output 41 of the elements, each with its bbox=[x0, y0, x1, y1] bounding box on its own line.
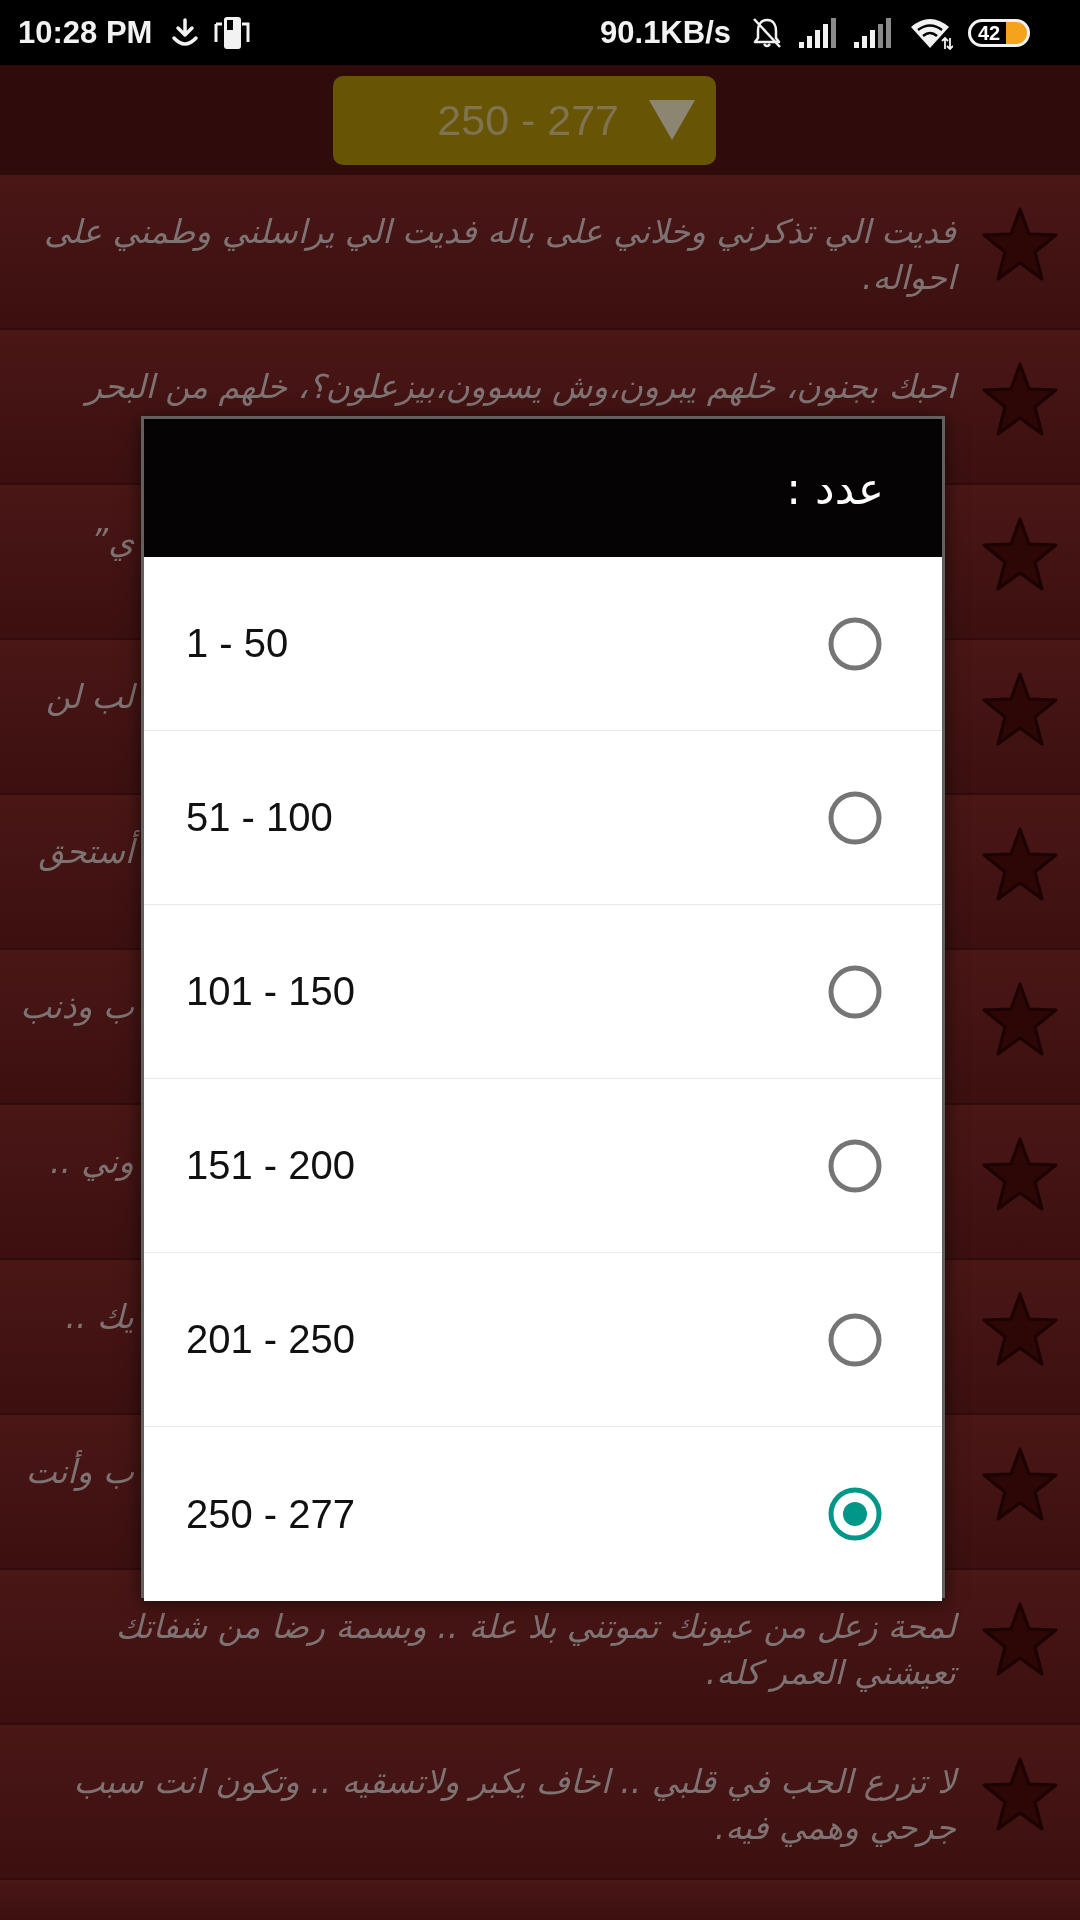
star-icon bbox=[982, 207, 1058, 281]
message-text: لمحة زعل من عيونك تموتني بلا علة .. وبسمة رضا من شفاتك تعيشني العمر كله. bbox=[18, 1604, 960, 1696]
radio-button[interactable] bbox=[828, 964, 882, 1019]
option-item[interactable]: 1 - 50 bbox=[144, 557, 942, 731]
message-text: لب لن bbox=[35, 674, 136, 793]
network-speed-text: 90.1KB/s bbox=[600, 14, 731, 51]
message-text: ب وذنب bbox=[19, 986, 135, 1028]
radio-button[interactable] bbox=[828, 790, 882, 845]
battery-indicator: 42 bbox=[968, 18, 1030, 47]
message-text: لا تزرع الحب في قلبي .. اخاف يكبر ولاتسقيه .. وتكون انت سبب جرحي وهمي فيه. bbox=[18, 1759, 960, 1851]
star-icon bbox=[982, 982, 1058, 1056]
option-item[interactable]: 101 - 150 bbox=[144, 905, 942, 1079]
signal-icon bbox=[799, 17, 839, 48]
message-text: ب وأنت bbox=[24, 1449, 135, 1493]
option-item[interactable]: 51 - 100 bbox=[144, 731, 942, 905]
radio-button[interactable] bbox=[828, 1487, 882, 1541]
message-text: يك .. bbox=[64, 1296, 135, 1338]
star-icon bbox=[982, 1757, 1058, 1831]
caret-down-icon bbox=[649, 100, 695, 140]
star-icon bbox=[982, 827, 1058, 901]
radio-button[interactable] bbox=[828, 1312, 882, 1367]
star-icon bbox=[982, 1137, 1058, 1211]
star-icon bbox=[982, 362, 1058, 436]
message-text: فديت الي تذكرني وخلاني على باله فديت الي يراسلني وطمني على احواله. bbox=[42, 211, 958, 299]
message-text: وني .. bbox=[48, 1141, 135, 1183]
download-icon bbox=[171, 17, 200, 48]
option-item[interactable]: 250 - 277 bbox=[144, 1427, 942, 1601]
option-item[interactable]: 201 - 250 bbox=[144, 1253, 942, 1427]
phone-icon bbox=[214, 15, 251, 50]
message-text: احبك بجنون، خلهم يبرون،وش يسوون،بيزعلون؟، خلهم من البحر bbox=[18, 364, 960, 410]
star-icon bbox=[982, 1602, 1058, 1676]
radio-button[interactable] bbox=[828, 616, 882, 671]
signal-icon bbox=[854, 17, 894, 48]
star-icon bbox=[982, 1292, 1058, 1366]
time-text: 10:28 PM bbox=[18, 14, 153, 51]
option-item[interactable]: 151 - 200 bbox=[144, 1079, 942, 1253]
radio-button[interactable] bbox=[828, 1138, 882, 1193]
star-icon bbox=[982, 672, 1058, 746]
star-icon bbox=[982, 517, 1058, 591]
star-icon bbox=[982, 1447, 1058, 1521]
message-text: ي” bbox=[90, 521, 136, 563]
